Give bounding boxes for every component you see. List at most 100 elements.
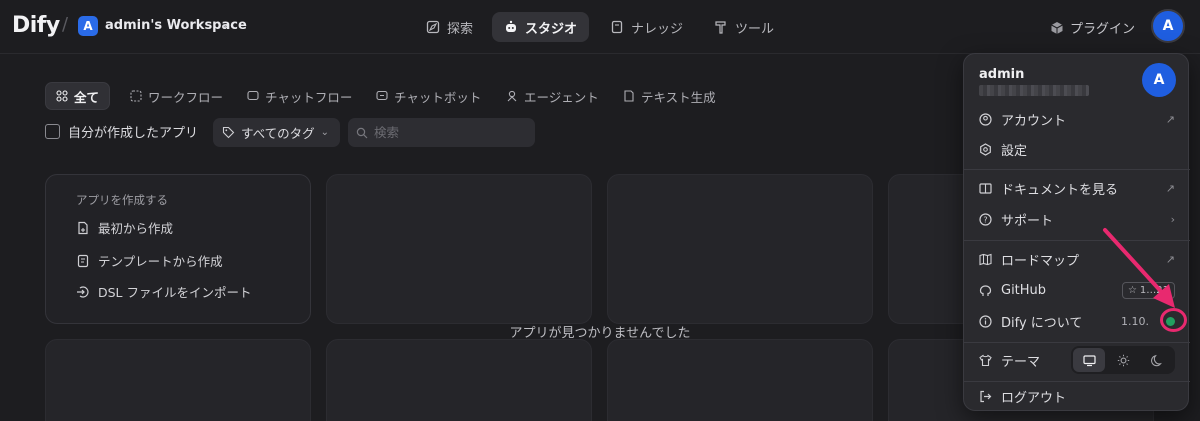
menu-divider	[964, 169, 1190, 170]
menu-item-label: テーマ	[1001, 354, 1041, 370]
tag-icon	[222, 126, 235, 139]
menu-item-label: アカウント	[1001, 113, 1067, 129]
create-from-blank[interactable]: 最初から作成	[76, 218, 173, 237]
menu-item-label: ドキュメントを見る	[1001, 182, 1119, 198]
nav-tools[interactable]: ツール	[702, 12, 786, 42]
account-avatar: A	[1142, 63, 1176, 97]
annotation-arrow	[1103, 228, 1175, 308]
external-link-icon: ↗	[1165, 181, 1175, 195]
plugins-button[interactable]: プラグイン	[1050, 18, 1135, 37]
my-apps-checkbox[interactable]	[45, 124, 60, 139]
compass-icon	[426, 20, 440, 34]
user-circle-icon	[979, 112, 992, 126]
account-email-redacted	[979, 85, 1089, 96]
sun-icon	[1117, 354, 1129, 366]
chevron-down-icon[interactable]: ⌄	[220, 18, 229, 31]
my-apps-filter[interactable]: 自分が作成したアプリ	[45, 122, 198, 141]
shirt-icon	[979, 354, 992, 366]
theme-system-option[interactable]	[1073, 348, 1105, 372]
app-card-placeholder	[607, 339, 873, 421]
filter-tab-text-generation[interactable]: テキスト生成	[613, 82, 726, 110]
dify-logo[interactable]: Dify	[12, 13, 60, 38]
menu-item-label: ロードマップ	[1001, 253, 1080, 269]
annotation-circle	[1160, 308, 1187, 332]
filter-tab-label: 全て	[74, 89, 100, 105]
theme-dark-option[interactable]	[1141, 348, 1173, 372]
info-icon	[979, 314, 992, 328]
menu-divider	[964, 381, 1190, 382]
chat-icon	[247, 90, 259, 101]
github-icon	[979, 284, 992, 296]
nav-studio-label: スタジオ	[525, 21, 578, 37]
search-box[interactable]	[348, 118, 535, 147]
map-icon	[979, 253, 992, 265]
import-dsl[interactable]: DSL ファイルをインポート	[76, 282, 252, 301]
menu-item-label: 設定	[1001, 143, 1028, 159]
filter-tab-label: ワークフロー	[148, 89, 224, 105]
cube-icon	[1051, 21, 1063, 34]
app-card-placeholder	[45, 339, 311, 421]
grid-icon	[56, 90, 68, 102]
import-icon	[77, 285, 89, 298]
filter-tab-label: エージェント	[524, 89, 599, 105]
nav-explore[interactable]: 探索	[414, 12, 485, 42]
filter-tab-label: チャットフロー	[265, 89, 353, 105]
chevron-down-icon: ⌄	[320, 127, 330, 138]
workspace-badge[interactable]: A	[78, 16, 98, 36]
file-plus-icon	[78, 221, 88, 234]
empty-state-message: アプリが見つかりませんでした	[509, 326, 691, 341]
nav-studio[interactable]: スタジオ	[492, 12, 590, 42]
menu-item-docs[interactable]: ドキュメントを見る ↗	[979, 177, 1175, 199]
menu-item-label: GitHub	[1001, 282, 1047, 298]
svg-text:?: ?	[983, 215, 987, 224]
menu-item-settings[interactable]: 設定	[979, 138, 1175, 160]
create-from-template-label: テンプレートから作成	[98, 254, 223, 269]
create-app-card: アプリを作成する 最初から作成 テンプレートから作成 DSL ファイルをインポー…	[45, 174, 311, 324]
menu-item-label: サポート	[1001, 213, 1054, 229]
moon-icon	[1150, 354, 1162, 366]
tag-filter-select[interactable]: すべてのタグ ⌄	[213, 118, 340, 147]
document-icon	[624, 90, 634, 102]
menu-item-logout[interactable]: ログアウト	[979, 385, 1175, 407]
filter-tab-workflow[interactable]: ワークフロー	[120, 82, 233, 110]
app-card-placeholder	[607, 174, 873, 324]
template-icon	[77, 254, 89, 267]
menu-item-theme: テーマ	[979, 346, 1175, 374]
nav-knowledge-label: ナレッジ	[631, 21, 684, 37]
filter-tab-all[interactable]: 全て	[45, 82, 111, 110]
workflow-icon	[130, 90, 142, 102]
import-dsl-label: DSL ファイルをインポート	[98, 285, 252, 300]
hammer-icon	[715, 21, 726, 34]
user-avatar[interactable]: A	[1151, 9, 1185, 43]
theme-switcher	[1071, 346, 1175, 374]
plugins-label: プラグイン	[1070, 22, 1136, 37]
book-open-icon	[979, 182, 992, 194]
tag-filter-label: すべてのタグ	[241, 126, 315, 141]
nav-tools-label: ツール	[735, 21, 775, 37]
app-card-placeholder	[326, 339, 592, 421]
agent-icon	[507, 90, 517, 102]
filter-tab-chatflow[interactable]: チャットフロー	[237, 82, 362, 110]
robot-icon	[506, 20, 516, 32]
filter-tab-chatbot[interactable]: チャットボット	[366, 82, 491, 110]
create-app-title: アプリを作成する	[76, 193, 168, 207]
filter-tab-label: チャットボット	[394, 89, 482, 105]
theme-light-option[interactable]	[1107, 348, 1139, 372]
external-link-icon: ↗	[1165, 112, 1175, 126]
app-card-placeholder	[326, 174, 592, 324]
help-circle-icon: ?	[979, 212, 992, 226]
gear-icon	[980, 142, 991, 156]
create-from-template[interactable]: テンプレートから作成	[76, 251, 223, 270]
chatbot-icon	[376, 90, 388, 101]
breadcrumb-separator: /	[62, 14, 69, 35]
filter-tab-agent[interactable]: エージェント	[496, 82, 609, 110]
menu-divider	[964, 342, 1190, 343]
menu-item-label: ログアウト	[1001, 390, 1067, 406]
nav-knowledge[interactable]: ナレッジ	[598, 12, 695, 42]
menu-item-account[interactable]: アカウント ↗	[979, 108, 1175, 130]
create-from-blank-label: 最初から作成	[98, 221, 174, 236]
nav-explore-label: 探索	[447, 21, 474, 37]
filter-tab-label: テキスト生成	[641, 89, 716, 105]
search-icon	[356, 127, 368, 138]
search-input[interactable]	[374, 125, 524, 140]
